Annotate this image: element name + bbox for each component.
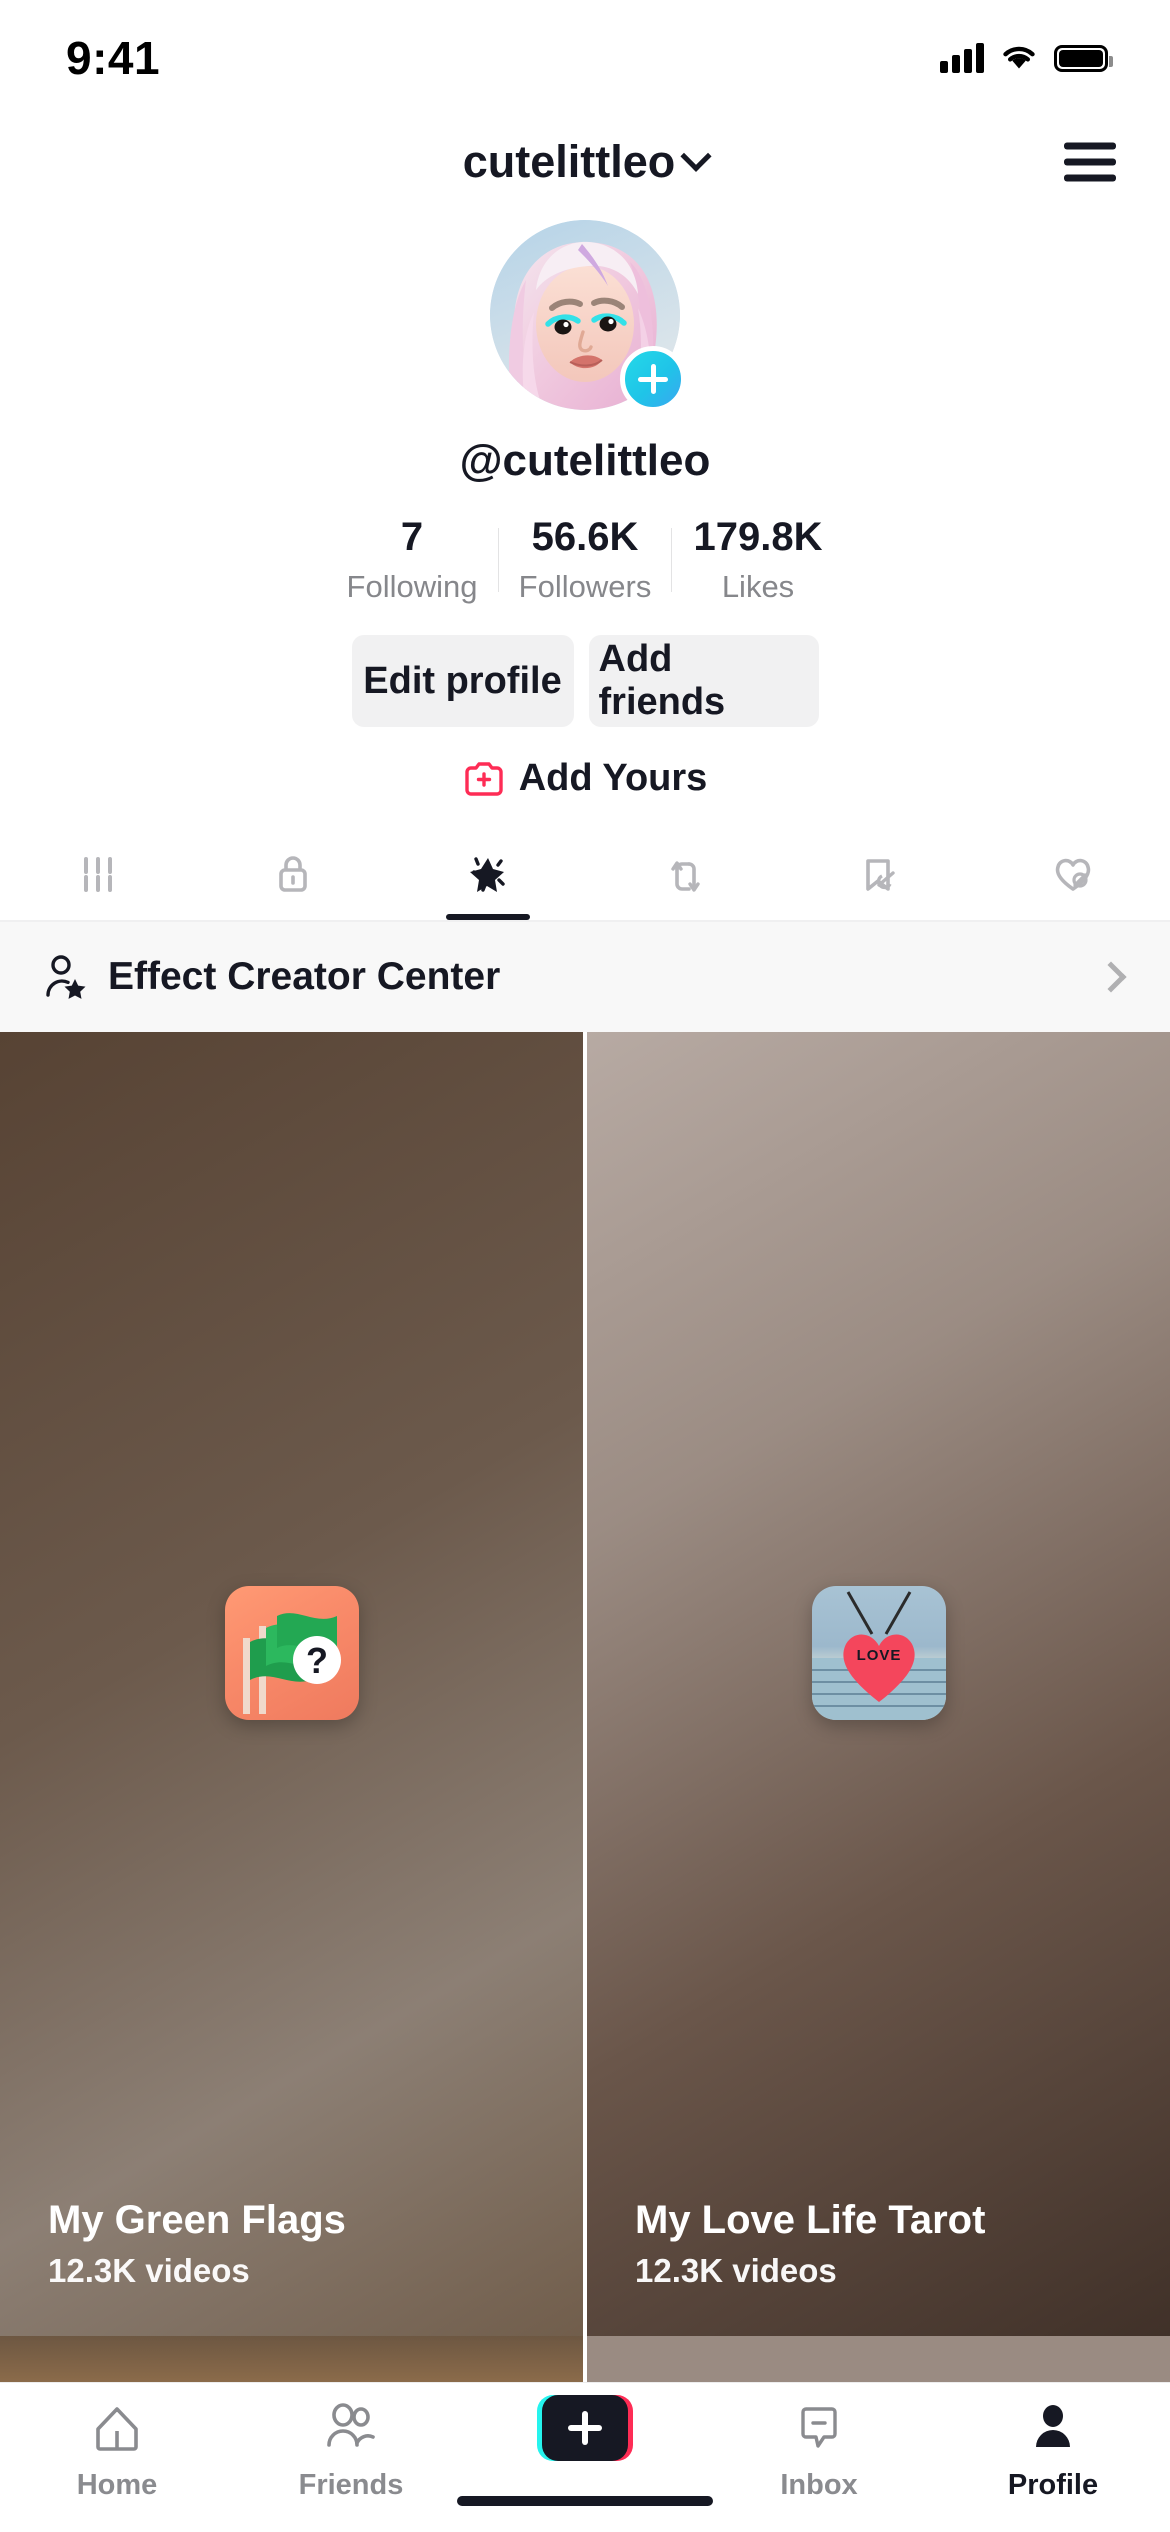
tiktok-profile-screen: 9:41 cutelittleo @cutelittleo 7 Followin… [0,0,1170,2532]
stat-following[interactable]: 7 Following [326,514,498,605]
nav-item-create[interactable] [468,2395,702,2469]
green-flags-thumb: ? [224,1586,359,1720]
nav-item-home[interactable]: Home [0,2397,234,2502]
stat-value: 7 [400,515,424,559]
create-plus-icon [537,2395,633,2461]
nav-label: Friends [298,2469,404,2501]
hamburger-menu-icon[interactable] [1064,142,1116,182]
effect-video-count: 12.3K videos [48,2252,250,2289]
add-friends-button[interactable]: Add friends [588,635,819,727]
effect-title: My Green Flags [48,2197,346,2242]
nav-item-friends[interactable]: Friends [234,2397,468,2502]
status-bar: 9:41 [0,0,1170,116]
profile-person-icon [1026,2397,1080,2459]
home-icon [90,2397,144,2459]
profile-stats: 7 Following 56.6K Followers 179.8K Likes [326,514,844,605]
nav-label: Home [76,2469,158,2501]
grid-icon [83,857,112,892]
lock-icon [278,856,307,892]
effect-card-meta: My Green Flags 12.3K videos [48,2197,346,2290]
tab-effects[interactable] [390,828,585,920]
card-footer-strip [0,2336,583,2382]
profile-handle: @cutelittleo [459,436,711,485]
effect-card[interactable]: LOVE My Love Life Tarot 12.3K videos [587,1032,1170,2382]
stat-label: Likes [721,569,795,604]
stat-label: Following [346,569,478,604]
add-yours-button[interactable]: Add Yours [463,757,708,800]
edit-profile-button[interactable]: Edit profile [351,635,574,727]
effect-video-count: 12.3K videos [635,2252,837,2289]
profile-section: @cutelittleo 7 Following 56.6K Followers… [0,208,1170,800]
tab-liked[interactable] [975,828,1170,920]
effect-card[interactable]: ? My Green Flags 12.3K videos [0,1032,583,2382]
person-star-icon [40,951,92,1003]
heart-hidden-icon [1055,858,1090,891]
stat-likes[interactable]: 179.8K Likes [672,514,844,605]
username-dropdown[interactable]: cutelittleo [462,136,712,188]
stat-followers[interactable]: 56.6K Followers [499,514,671,605]
chevron-down-icon [680,140,712,172]
tab-underline [445,914,530,920]
love-tarot-thumb: LOVE [811,1586,946,1720]
plus-badge-icon[interactable] [620,346,686,412]
wifi-icon [1003,46,1035,69]
svg-text:LOVE: LOVE [856,1647,901,1664]
camera-plus-icon [463,760,505,798]
stat-label: Followers [518,569,652,604]
header-username: cutelittleo [462,136,676,187]
friends-icon [323,2397,379,2459]
add-yours-label: Add Yours [518,757,708,799]
repost-arrows-icon [670,861,700,892]
profile-tabs [0,828,1170,922]
battery-full-icon [1054,44,1113,72]
card-footer-strip [587,2336,1170,2382]
profile-actions: Edit profile Add friends [351,635,819,727]
signal-bars-icon [940,43,984,73]
svg-text:?: ? [306,1640,328,1681]
tab-posts[interactable] [0,828,195,920]
nav-item-inbox[interactable]: Inbox [702,2397,936,2502]
chevron-right-icon [1095,961,1127,993]
stat-value: 179.8K [693,515,823,559]
tab-reposts[interactable] [585,828,780,920]
effect-title: My Love Life Tarot [635,2197,986,2242]
profile-header: cutelittleo [0,116,1170,208]
nav-item-profile[interactable]: Profile [936,2397,1170,2502]
home-indicator [457,2496,713,2506]
nav-label: Profile [1007,2469,1099,2501]
stat-value: 56.6K [531,515,639,559]
nav-label: Inbox [780,2469,858,2501]
tab-saved[interactable] [780,828,975,920]
status-time: 9:41 [66,32,161,84]
bookmark-hidden-icon [865,859,895,891]
effect-card-meta: My Love Life Tarot 12.3K videos [635,2197,985,2290]
bottom-navigation: Home Friends Inbox Profile [0,2382,1170,2532]
avatar[interactable] [490,220,686,412]
tab-private[interactable] [195,828,390,920]
effect-creator-center-row[interactable]: Effect Creator Center [0,922,1170,1032]
effect-creator-center-label: Effect Creator Center [108,955,501,998]
status-indicators [940,43,1113,73]
inbox-icon [792,2397,846,2459]
sparkle-star-icon [469,857,505,892]
effects-grid: ? My Green Flags 12.3K videos LOVE My Lo… [0,1032,1170,2382]
